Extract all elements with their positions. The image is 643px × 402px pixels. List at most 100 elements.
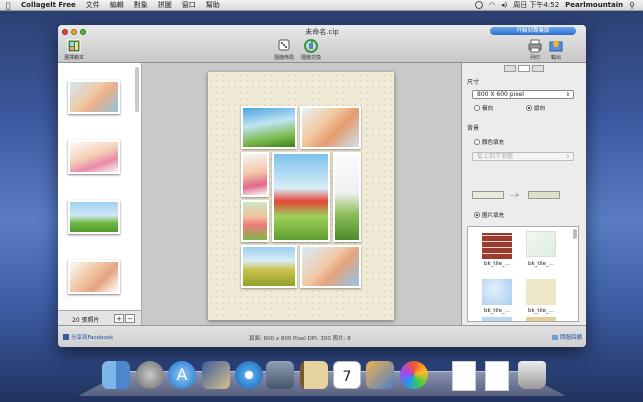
landscape-radio[interactable]: 橫向	[474, 104, 493, 112]
tile-name: bk_tile_...	[527, 261, 555, 267]
collage-photo[interactable]	[241, 106, 297, 149]
content-area: 20 張照片 + − 尺寸 800 X 600 pixel ⇕ 橫向 縱向 背景…	[58, 63, 586, 347]
size-heading: 尺寸	[467, 79, 480, 86]
wifi-icon[interactable]: ◠	[489, 1, 495, 9]
end-color-swatch[interactable]	[528, 191, 560, 199]
collage-page[interactable]	[208, 72, 394, 320]
menu-file[interactable]: 文件	[81, 0, 105, 10]
page-info: 頁面: 600 x 800 Pixel DPI: 300 照片: 8	[249, 336, 351, 342]
apple-menu-icon[interactable]: 	[0, 1, 16, 10]
radio-icon	[474, 139, 480, 145]
random-layout-label: 隨機佈局	[273, 55, 294, 61]
color-fill-radio[interactable]: 顏色填充	[474, 138, 504, 146]
calendar-icon[interactable]: 7	[333, 361, 361, 389]
tile-thumb[interactable]	[526, 279, 556, 305]
image-fill-radio[interactable]: 圖片填充	[474, 211, 504, 219]
color-fill-label: 顏色填充	[482, 140, 505, 146]
share-facebook-label: 分享到Facebook	[71, 335, 114, 341]
tile-thumb[interactable]	[482, 279, 512, 305]
brick-tile-thumb[interactable]	[482, 233, 512, 259]
menu-bar:  Collagelt Free 文件 編輯 對象 拼圖 窗口 幫助 ◠ ◂) …	[0, 0, 643, 11]
collageit-icon[interactable]	[400, 361, 428, 389]
volume-icon[interactable]: ◂)	[501, 1, 507, 9]
tile-thumb[interactable]	[526, 317, 556, 321]
printer-icon	[528, 39, 542, 53]
shuffle-label: 隨機交換	[300, 55, 321, 61]
collage-photo[interactable]	[300, 106, 361, 149]
photo-count: 20 張照片	[72, 317, 100, 324]
app-store-icon[interactable]: A	[168, 361, 196, 389]
photo-thumbnail[interactable]	[68, 260, 120, 294]
remove-photo-button[interactable]: −	[125, 314, 135, 323]
portrait-radio[interactable]: 縱向	[526, 104, 545, 112]
photo-thumbnail[interactable]	[68, 200, 120, 234]
tile-thumb[interactable]	[482, 317, 512, 321]
address-book-icon[interactable]	[300, 361, 328, 389]
spotlight-icon[interactable]: ⚲	[629, 1, 635, 10]
launchpad-icon[interactable]	[136, 361, 164, 389]
mail-stamp-icon[interactable]	[202, 361, 230, 389]
feedback-link[interactable]: 問題回饋	[551, 333, 582, 341]
radio-icon	[474, 105, 480, 111]
clock[interactable]: 周日 下午4:52	[513, 0, 559, 10]
facetime-icon[interactable]	[266, 361, 294, 389]
menu-window[interactable]: 窗口	[177, 0, 201, 10]
collage-photo[interactable]	[241, 200, 269, 242]
photo-thumbnail[interactable]	[68, 80, 120, 114]
inspector-panel: 尺寸 800 X 600 pixel ⇕ 橫向 縱向 背景 顏色填充 從上到下漸…	[461, 63, 586, 325]
sidebar-scrollbar[interactable]	[135, 67, 139, 112]
photo-thumbnail[interactable]	[68, 140, 120, 174]
calendar-day: 7	[342, 369, 352, 385]
tiles-scrollbar[interactable]	[573, 229, 577, 239]
share-facebook-link[interactable]: 分享到Facebook	[63, 333, 113, 341]
add-photo-button[interactable]: +	[114, 314, 124, 323]
status-bar: 分享到Facebook 頁面: 600 x 800 Pixel DPI: 300…	[58, 325, 586, 347]
collage-photo[interactable]	[241, 152, 269, 197]
app-menu[interactable]: Collagelt Free	[16, 1, 81, 9]
shuffle-button[interactable]: 隨機交換	[298, 39, 324, 61]
upgrade-button[interactable]: 升級到專業版	[490, 27, 576, 35]
collage-photo[interactable]	[272, 152, 330, 242]
photo-sidebar[interactable]	[58, 63, 142, 325]
print-label: 列印	[529, 55, 540, 61]
document-icon[interactable]	[485, 361, 509, 391]
feedback-label: 問題回饋	[559, 335, 582, 341]
menu-collage[interactable]: 拼圖	[153, 0, 177, 10]
tab-layout[interactable]	[504, 65, 516, 72]
gradient-select-value: 從上到下漸變	[477, 153, 514, 160]
size-select[interactable]: 800 X 600 pixel ⇕	[472, 90, 574, 99]
tile-name: bk_tile_...	[483, 261, 511, 267]
random-layout-button[interactable]: 隨機佈局	[271, 39, 297, 61]
gradient-select[interactable]: 從上到下漸變 ⇕	[472, 152, 574, 161]
print-button[interactable]: 列印	[526, 39, 544, 61]
select-arrows-icon: ⇕	[565, 154, 570, 160]
select-template-button[interactable]: 選擇範本	[62, 39, 86, 61]
background-heading: 背景	[467, 125, 480, 132]
safari-icon[interactable]	[235, 361, 263, 389]
inspector-tabs	[462, 63, 586, 73]
start-color-swatch[interactable]	[472, 191, 504, 199]
document-icon[interactable]	[452, 361, 476, 391]
tile-thumb[interactable]	[526, 231, 556, 257]
user-name[interactable]: Pearlmountain	[565, 1, 623, 9]
tile-name: bk_tile_...	[527, 308, 555, 314]
iphoto-icon[interactable]	[366, 361, 394, 389]
finder-icon[interactable]	[102, 361, 130, 389]
export-button[interactable]: 輸出	[547, 39, 565, 61]
export-icon	[549, 40, 563, 52]
background-tiles-list[interactable]: bk_tile_... bk_tile_... bk_tile_... bk_t…	[467, 226, 579, 322]
time-machine-icon[interactable]	[474, 1, 483, 9]
canvas-area[interactable]	[142, 63, 461, 325]
trash-icon[interactable]	[518, 361, 546, 389]
collage-window: 未命名.cip 升級到專業版 選擇範本 隨機佈局 隨機交換 列印 輸出 20 張…	[58, 25, 586, 347]
tab-photo[interactable]	[532, 65, 544, 72]
menu-edit[interactable]: 編輯	[105, 0, 129, 10]
tab-background[interactable]	[518, 65, 530, 72]
menu-object[interactable]: 對象	[129, 0, 153, 10]
collage-photo[interactable]	[333, 152, 361, 242]
portrait-label: 縱向	[534, 106, 546, 112]
menu-help[interactable]: 幫助	[201, 0, 225, 10]
collage-photo[interactable]	[241, 245, 297, 288]
collage-photo[interactable]	[300, 245, 361, 288]
chat-icon	[551, 334, 558, 340]
